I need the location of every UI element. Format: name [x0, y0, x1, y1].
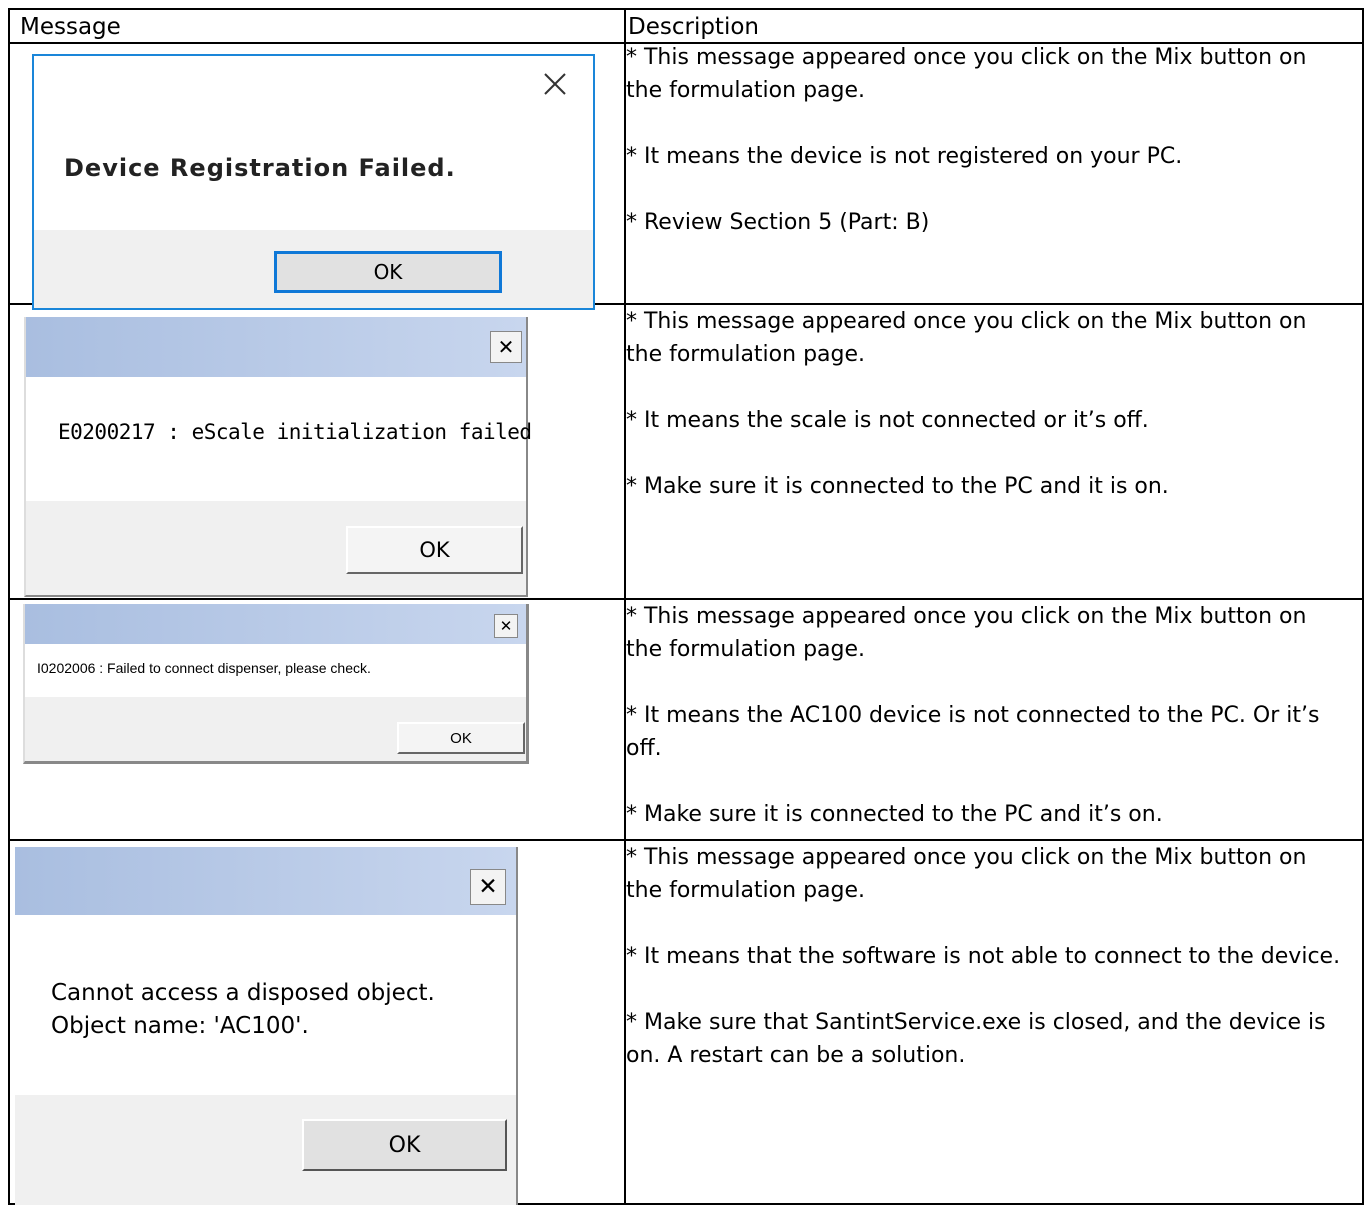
description-line: * Review Section 5 (Part: B)	[626, 210, 930, 235]
dialog-title-bar	[25, 604, 526, 644]
row-description: * This message appeared once you click o…	[626, 305, 1346, 503]
header-message: Message	[20, 14, 121, 40]
row-description: * This message appeared once you click o…	[626, 600, 1346, 831]
description-line: * Make sure it is connected to the PC an…	[626, 474, 1169, 499]
description-line: * It means the AC100 device is not conne…	[626, 703, 1320, 761]
dialog-message: I0202006 : Failed to connect dispenser, …	[37, 660, 371, 676]
close-icon[interactable]: ✕	[494, 614, 518, 638]
description-line: * It means that the software is not able…	[626, 944, 1341, 969]
device-registration-failed-dialog: Device Registration Failed. OK	[32, 54, 595, 310]
escale-initialization-failed-dialog: ✕ E0200217 : eScale initialization faile…	[24, 317, 532, 597]
close-icon[interactable]	[535, 64, 575, 104]
close-icon[interactable]: ✕	[470, 869, 506, 905]
description-line: * This message appeared once you click o…	[626, 845, 1307, 903]
description-line: * This message appeared once you click o…	[626, 45, 1307, 103]
description-line: * It means the scale is not connected or…	[626, 408, 1149, 433]
description-line: * This message appeared once you click o…	[626, 604, 1307, 662]
header-description: Description	[628, 14, 759, 40]
row-description: * This message appeared once you click o…	[626, 41, 1346, 239]
dialog-message: E0200217 : eScale initialization failed	[58, 420, 532, 444]
ok-button[interactable]: OK	[274, 251, 502, 293]
dispenser-connect-failed-dialog: ✕ I0202006 : Failed to connect dispenser…	[23, 604, 529, 764]
dialog-message: Device Registration Failed.	[64, 154, 456, 182]
row-description: * This message appeared once you click o…	[626, 841, 1346, 1072]
description-line: * Make sure that SantintService.exe is c…	[626, 1010, 1326, 1068]
ok-button[interactable]: OK	[302, 1119, 507, 1171]
close-icon[interactable]: ✕	[490, 331, 522, 363]
dialog-message-line: Object name: 'AC100'.	[51, 1013, 309, 1039]
disposed-object-dialog: ✕ Cannot access a disposed object. Objec…	[15, 847, 518, 1205]
dialog-title-bar	[15, 847, 516, 915]
ok-button[interactable]: OK	[346, 526, 523, 574]
description-line: * Make sure it is connected to the PC an…	[626, 802, 1163, 827]
dialog-message-line: Cannot access a disposed object.	[51, 980, 435, 1006]
description-line: * It means the device is not registered …	[626, 144, 1183, 169]
dialog-title-bar	[26, 317, 526, 377]
ok-button[interactable]: OK	[397, 722, 525, 754]
description-line: * This message appeared once you click o…	[626, 309, 1307, 367]
